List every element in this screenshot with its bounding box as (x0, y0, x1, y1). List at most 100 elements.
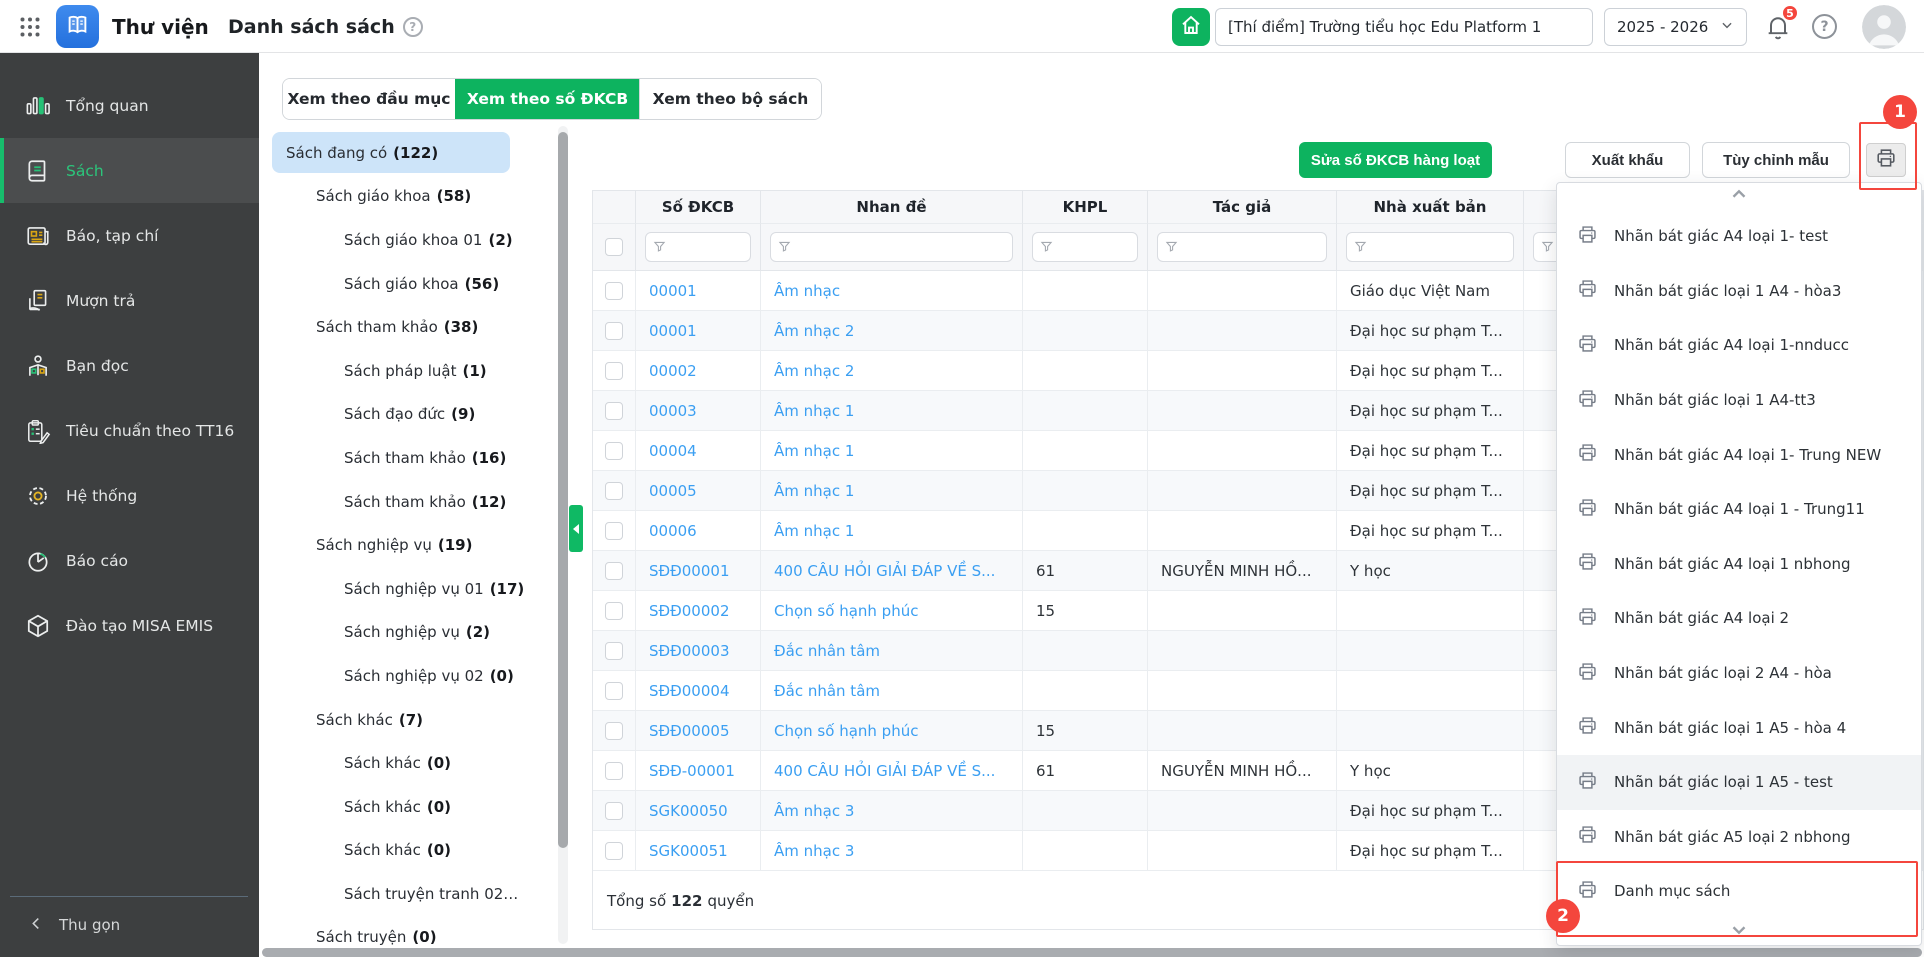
dkcb-link[interactable]: 00001 (649, 322, 697, 340)
school-year-select[interactable]: 2025 - 2026 (1604, 8, 1747, 46)
print-menu-item-nhan-bat-giac-a4-loai-1-nnducc[interactable]: Nhãn bát giác A4 loại 1-nnducc (1557, 318, 1921, 373)
tree-item-sach-dao-duc[interactable]: Sách đạo đức (9) (262, 393, 560, 437)
sidebar-item-tong-quan[interactable]: Tổng quan (0, 73, 259, 138)
title-link[interactable]: Âm nhạc 1 (774, 522, 854, 540)
title-link[interactable]: Âm nhạc 3 (774, 802, 854, 820)
app-grid-icon[interactable] (18, 15, 42, 39)
dkcb-link[interactable]: 00005 (649, 482, 697, 500)
title-link[interactable]: Âm nhạc 3 (774, 842, 854, 860)
library-logo[interactable] (56, 5, 99, 48)
dkcb-link[interactable]: SĐĐ-00001 (649, 762, 735, 780)
avatar[interactable] (1862, 5, 1906, 49)
row-checkbox[interactable] (605, 601, 623, 620)
title-link[interactable]: Đắc nhân tâm (774, 682, 880, 700)
dkcb-link[interactable]: 00006 (649, 522, 697, 540)
select-all-checkbox[interactable] (605, 238, 623, 256)
dkcb-link[interactable]: 00002 (649, 362, 697, 380)
header-cell-so-dkcb[interactable]: Số ĐKCB (636, 191, 761, 224)
sidebar-item-dao-tao-misa-emis[interactable]: Đào tạo MISA EMIS (0, 593, 259, 658)
title-link[interactable]: Chọn số hạnh phúc (774, 722, 918, 740)
print-menu-item-nhan-bat-giac-loai-1-a5-test[interactable]: Nhãn bát giác loại 1 A5 - test (1557, 754, 1921, 810)
row-checkbox[interactable] (605, 281, 623, 300)
tree-scrollbar[interactable] (558, 126, 568, 944)
sidebar-item-ban-doc[interactable]: Bạn đọc (0, 333, 259, 398)
filter-input-nhan-de[interactable] (770, 232, 1013, 262)
sidebar-collapse-button[interactable]: Thu gọn (0, 899, 259, 951)
dkcb-link[interactable]: SĐĐ00005 (649, 722, 730, 740)
print-menu-item-nhan-bat-giac-a4-loai-1-nbhong[interactable]: Nhãn bát giác A4 loại 1 nbhong (1557, 537, 1921, 592)
print-menu-item-nhan-bat-giac-a4-loai-1-trung-new[interactable]: Nhãn bát giác A4 loại 1- Trung NEW (1557, 427, 1921, 482)
menu-scroll-down[interactable] (1557, 919, 1921, 945)
notifications-button[interactable]: 5 (1764, 4, 1799, 43)
tree-item-sach-truyen-tranh-02[interactable]: Sách truyện tranh 02… (262, 872, 560, 916)
row-checkbox[interactable] (605, 641, 623, 660)
row-checkbox[interactable] (605, 361, 623, 380)
tab-xem-theo-bo-sach[interactable]: Xem theo bộ sách (639, 79, 821, 119)
tree-item-sach-khac[interactable]: Sách khác (7) (262, 698, 560, 742)
tree-item-sach-giao-khoa[interactable]: Sách giáo khoa (56) (262, 262, 560, 306)
title-link[interactable]: 400 CÂU HỎI GIẢI ĐÁP VỀ S... (774, 562, 995, 580)
page-help-icon[interactable]: ? (402, 16, 423, 37)
row-checkbox[interactable] (605, 321, 623, 340)
row-checkbox[interactable] (605, 441, 623, 460)
tree-item-sach-giao-khoa-01[interactable]: Sách giáo khoa 01 (2) (262, 218, 560, 262)
row-checkbox[interactable] (605, 401, 623, 420)
dkcb-link[interactable]: 00004 (649, 442, 697, 460)
tree-item-sach-tham-khao[interactable]: Sách tham khảo (16) (262, 436, 560, 480)
tree-collapse-handle[interactable] (569, 505, 583, 552)
title-link[interactable]: Âm nhạc 1 (774, 482, 854, 500)
row-checkbox[interactable] (605, 481, 623, 500)
row-checkbox[interactable] (605, 561, 623, 580)
sidebar-item-muon-tra[interactable]: Mượn trả (0, 268, 259, 333)
sidebar-item-bao-cao[interactable]: Báo cáo (0, 528, 259, 593)
tree-item-sach-khac[interactable]: Sách khác (0) (262, 741, 560, 785)
filter-input-nha-xuat-ban[interactable] (1346, 232, 1514, 262)
tree-item-sach-khac[interactable]: Sách khác (0) (262, 829, 560, 873)
print-menu-item-danh-muc-sach[interactable]: Danh mục sách (1557, 864, 1921, 919)
tree-item-sach-nghiep-vu-01[interactable]: Sách nghiệp vụ 01 (17) (262, 567, 560, 611)
sidebar-item-bao-tap-chi[interactable]: Báo, tạp chí (0, 203, 259, 268)
print-menu-item-nhan-bat-giac-loai-1-a4-hoa3[interactable]: Nhãn bát giác loại 1 A4 - hòa3 (1557, 264, 1921, 319)
dkcb-link[interactable]: SGK00051 (649, 842, 728, 860)
print-menu-item-nhan-bat-giac-loai-1-a4-tt3[interactable]: Nhãn bát giác loại 1 A4-tt3 (1557, 373, 1921, 428)
home-school-button[interactable] (1172, 8, 1210, 46)
print-menu-item-nhan-bat-giac-loai-1-a5-hoa-4[interactable]: Nhãn bát giác loại 1 A5 - hòa 4 (1557, 700, 1921, 755)
header-cell-tac-gia[interactable]: Tác giả (1148, 191, 1337, 224)
dkcb-link[interactable]: SĐĐ00002 (649, 602, 730, 620)
header-cell-khpl[interactable]: KHPL (1023, 191, 1148, 224)
menu-scroll-up[interactable] (1557, 183, 1921, 209)
tree-item-sach-giao-khoa[interactable]: Sách giáo khoa (58) (262, 175, 560, 219)
print-menu-item-nhan-bat-giac-a4-loai-2[interactable]: Nhãn bát giác A4 loại 2 (1557, 591, 1921, 646)
tree-item-sach-nghiep-vu-02[interactable]: Sách nghiệp vụ 02 (0) (262, 654, 560, 698)
row-checkbox[interactable] (605, 521, 623, 540)
dkcb-link[interactable]: SĐĐ00003 (649, 642, 730, 660)
tab-xem-theo-so-dkcb[interactable]: Xem theo số ĐKCB (455, 79, 639, 119)
row-checkbox[interactable] (605, 841, 623, 860)
print-menu-item-nhan-bat-giac-a4-loai-1-trung11[interactable]: Nhãn bát giác A4 loại 1 - Trung11 (1557, 482, 1921, 537)
title-link[interactable]: Âm nhạc (774, 282, 840, 300)
row-checkbox[interactable] (605, 761, 623, 780)
print-menu-item-nhan-bat-giac-loai-2-a4-hoa[interactable]: Nhãn bát giác loại 2 A4 - hòa (1557, 646, 1921, 701)
print-menu-item-nhan-bat-giac-a5-loai-2-nbhong[interactable]: Nhãn bát giác A5 loại 2 nbhong (1557, 810, 1921, 865)
dkcb-link[interactable]: SĐĐ00004 (649, 682, 730, 700)
tree-item-sach-tham-khao[interactable]: Sách tham khảo (12) (262, 480, 560, 524)
title-link[interactable]: 400 CÂU HỎI GIẢI ĐÁP VỀ S... (774, 762, 995, 780)
title-link[interactable]: Âm nhạc 2 (774, 362, 854, 380)
header-cell-nha-xuat-ban[interactable]: Nhà xuất bản (1337, 191, 1524, 224)
horizontal-scrollbar[interactable] (262, 948, 1922, 957)
school-selector[interactable]: [Thí điểm] Trường tiểu học Edu Platform … (1215, 8, 1593, 46)
sidebar-item-tieu-chuan-theo-tt16[interactable]: Tiêu chuẩn theo TT16 (0, 398, 259, 463)
title-link[interactable]: Âm nhạc 2 (774, 322, 854, 340)
title-link[interactable]: Âm nhạc 1 (774, 402, 854, 420)
print-menu-item-nhan-bat-giac-a4-loai-1-test[interactable]: Nhãn bát giác A4 loại 1- test (1557, 209, 1921, 264)
row-checkbox[interactable] (605, 721, 623, 740)
row-checkbox[interactable] (605, 801, 623, 820)
title-link[interactable]: Đắc nhân tâm (774, 642, 880, 660)
tree-item-sach-dang-co[interactable]: Sách đang có (122) (262, 131, 560, 175)
sidebar-item-sach[interactable]: Sách (0, 138, 259, 203)
dkcb-link[interactable]: 00003 (649, 402, 697, 420)
help-button[interactable]: ? (1812, 14, 1837, 39)
title-link[interactable]: Chọn số hạnh phúc (774, 602, 918, 620)
tree-item-sach-tham-khao[interactable]: Sách tham khảo (38) (262, 305, 560, 349)
print-button[interactable] (1866, 143, 1906, 177)
